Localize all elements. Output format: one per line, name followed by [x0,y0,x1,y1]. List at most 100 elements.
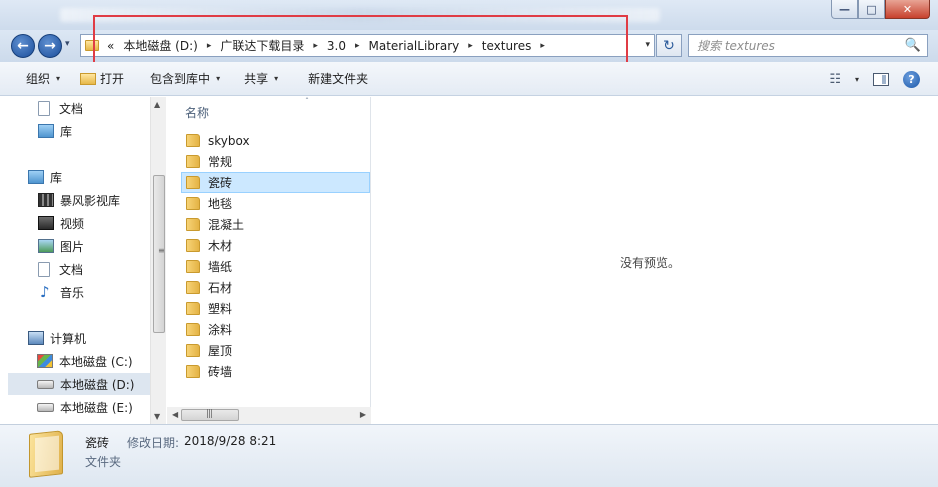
list-item-label: 石材 [208,281,233,295]
navigation-pane: 文档 库 库 暴风影视库 视频 图片 文档 ♪ 音乐 计算机 本地磁盘 (C:)… [0,97,150,424]
breadcrumb-separator[interactable]: ▸ [355,41,360,51]
search-icon[interactable]: 🔍 [905,38,921,53]
nav-item-baofeng-library[interactable]: 暴风影视库 [38,189,120,211]
folder-icon [186,176,200,189]
folder-icon [186,344,200,357]
list-item[interactable]: 砖墙 [183,361,369,382]
list-item[interactable]: 石材 [183,277,369,298]
refresh-icon: ↻ [663,37,675,54]
folder-icon [186,323,200,336]
view-options-icon: ☷ [829,71,841,87]
breadcrumb-separator[interactable]: ▸ [207,41,212,51]
navigation-pane-scrollbar[interactable]: ▲ ≡ ▼ [150,97,166,424]
drive-icon [37,379,54,389]
open-button[interactable]: 打开 [70,62,134,96]
drive-c-icon [37,354,53,368]
breadcrumb-item[interactable]: MaterialLibrary [369,39,460,53]
nav-item-label: 文档 [59,101,84,116]
list-item-label: 木材 [208,239,233,253]
scroll-left-icon[interactable]: ◀ [172,410,178,419]
file-list-horizontal-scrollbar[interactable]: ◀ ||| ▶ [167,407,371,424]
breadcrumb-separator[interactable]: ▸ [540,41,545,51]
list-item[interactable]: 屋顶 [183,340,369,361]
list-item[interactable]: 塑料 [183,298,369,319]
list-item[interactable]: skybox [183,130,369,151]
new-folder-button[interactable]: 新建文件夹 [288,62,378,96]
forward-button[interactable]: → [38,34,62,58]
list-item[interactable]: 墙纸 [183,256,369,277]
change-view-button[interactable]: ☷ ▾ [829,72,859,87]
back-button[interactable]: ← [11,34,35,58]
folder-icon [186,365,200,378]
nav-item-label: 本地磁盘 (E:) [60,400,133,415]
scrollbar-thumb[interactable]: ≡ [153,175,165,333]
large-folder-icon [29,430,63,478]
scroll-down-icon[interactable]: ▼ [154,412,160,421]
breadcrumb-item[interactable]: 3.0 [327,39,346,53]
folder-icon [85,40,99,51]
open-label: 打开 [100,72,125,86]
organize-button[interactable]: 组织 ▾ [0,62,70,96]
scrollbar-thumb[interactable]: ||| [181,409,239,421]
nav-item-computer[interactable]: 计算机 [28,327,86,349]
library-icon [28,170,44,184]
preview-pane-icon[interactable] [873,72,889,86]
nav-item-documents[interactable]: 文档 [38,258,83,280]
nav-item-label: 库 [60,124,73,139]
close-button[interactable]: ✕ [885,0,930,19]
file-list-pane: ˆ 名称 skybox 常规 瓷砖 地毯 混凝土 木材 墙纸 石材 塑料 涂料 [167,97,371,424]
folder-icon [186,239,200,252]
open-folder-icon [80,72,97,85]
maximize-button[interactable]: □ [858,0,885,19]
sort-ascending-icon: ˆ [305,97,309,106]
nav-item-library[interactable]: 库 [38,120,72,142]
list-item[interactable]: 混凝土 [183,214,369,235]
nav-item-drive-d[interactable]: 本地磁盘 (D:) [8,373,150,395]
nav-item-documents[interactable]: 文档 [38,97,83,119]
folder-icon [186,260,200,273]
nav-item-pictures[interactable]: 图片 [38,235,84,257]
nav-item-music[interactable]: ♪ 音乐 [40,281,84,303]
list-item-label: skybox [208,133,250,148]
list-item[interactable]: 木材 [183,235,369,256]
list-item[interactable]: 常规 [183,151,369,172]
drive-icon [37,402,54,412]
address-bar[interactable]: « 本地磁盘 (D:) ▸ 广联达下载目录 ▸ 3.0 ▸ MaterialLi… [80,34,655,57]
list-item-label: 涂料 [208,323,233,337]
list-item-label: 地毯 [208,197,233,211]
toolbar-right-group: ☷ ▾ ? [829,62,920,96]
breadcrumb-overflow[interactable]: « [107,39,114,53]
breadcrumb-separator[interactable]: ▸ [313,41,318,51]
help-icon[interactable]: ? [903,70,920,88]
arrow-right-icon: → [44,38,56,54]
nav-item-videos[interactable]: 视频 [38,212,84,234]
refresh-button[interactable]: ↻ [656,34,682,57]
nav-item-drive-c[interactable]: 本地磁盘 (C:) [37,350,133,372]
recent-pages-dropdown[interactable]: ▾ [65,39,70,49]
search-input[interactable]: 搜索 textures 🔍 [688,34,928,57]
share-button[interactable]: 共享 ▾ [230,62,288,96]
include-in-library-button[interactable]: 包含到库中 ▾ [134,62,230,96]
list-item-label: 屋顶 [208,344,233,358]
nav-item-libraries[interactable]: 库 [28,166,62,188]
breadcrumb-item[interactable]: 广联达下载目录 [220,37,304,54]
scroll-up-icon[interactable]: ▲ [154,100,160,109]
folder-icon [186,302,200,315]
breadcrumb-item[interactable]: 本地磁盘 (D:) [123,37,197,54]
list-item-selected[interactable]: 瓷砖 [181,172,370,193]
video-icon [38,216,54,230]
nav-item-drive-e[interactable]: 本地磁盘 (E:) [37,396,133,418]
address-history-dropdown[interactable]: ▾ [645,40,650,50]
breadcrumb-item[interactable]: textures [482,39,532,53]
breadcrumb-separator[interactable]: ▸ [468,41,473,51]
scroll-right-icon[interactable]: ▶ [360,410,366,419]
navigation-bar: ← → ▾ « 本地磁盘 (D:) ▸ 广联达下载目录 ▸ 3.0 ▸ Mate… [0,30,938,62]
list-item[interactable]: 涂料 [183,319,369,340]
column-header-name[interactable]: 名称 [185,104,209,121]
music-icon: ♪ [40,283,50,301]
minimize-button[interactable]: — [831,0,858,19]
list-item-label: 瓷砖 [208,176,233,190]
folder-icon [186,281,200,294]
list-item-label: 塑料 [208,302,233,316]
list-item[interactable]: 地毯 [183,193,369,214]
